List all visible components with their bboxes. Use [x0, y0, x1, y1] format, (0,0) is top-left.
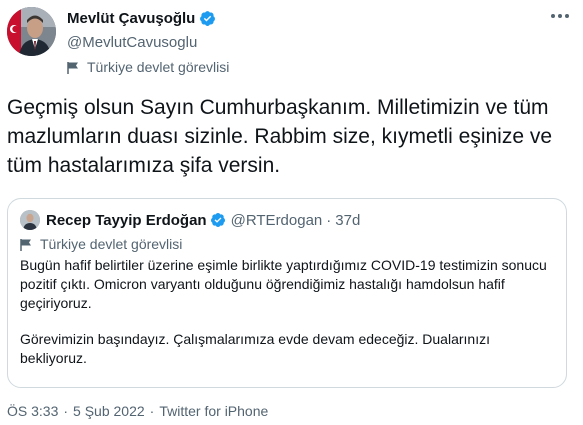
- quoted-time: 37d: [335, 211, 361, 229]
- more-options-icon[interactable]: [551, 14, 569, 18]
- quoted-verified-badge-icon: [210, 212, 226, 228]
- quoted-author-handle: @RTErdogan: [230, 211, 323, 229]
- meta-separator-1: ·: [63, 403, 69, 419]
- author-avatar[interactable]: [7, 7, 56, 56]
- quoted-text: Bugün hafif belirtiler üzerine eşimle bi…: [20, 256, 550, 385]
- quoted-avatar: [20, 210, 40, 230]
- tweet-timestamp[interactable]: ÖS 3:33: [7, 403, 58, 419]
- author-name-line: Mevlüt Çavuşoğlu: [67, 10, 216, 27]
- flag-icon: [67, 61, 79, 74]
- quoted-header: Recep Tayyip Erdoğan @RTErdogan · 37d: [20, 210, 360, 230]
- tweet-date[interactable]: 5 Şub 2022: [73, 403, 145, 419]
- author-handle[interactable]: @MevlutCavusoglu: [67, 34, 197, 51]
- author-label: Türkiye devlet görevlisi: [67, 59, 229, 75]
- quoted-author-label: Türkiye devlet görevlisi: [20, 236, 182, 252]
- quoted-flag-icon: [20, 238, 32, 251]
- quoted-author-name: Recep Tayyip Erdoğan: [46, 211, 207, 229]
- quoted-separator: ·: [326, 211, 332, 229]
- author-avatar-image: [7, 7, 56, 56]
- quoted-author-label-text: Türkiye devlet görevlisi: [40, 236, 183, 252]
- quoted-tweet[interactable]: Recep Tayyip Erdoğan @RTErdogan · 37d Tü…: [7, 198, 567, 388]
- tweet-source[interactable]: Twitter for iPhone: [159, 403, 268, 419]
- meta-separator-2: ·: [149, 403, 155, 419]
- verified-badge-icon: [199, 10, 216, 27]
- tweet-meta: ÖS 3:33 · 5 Şub 2022 · Twitter for iPhon…: [7, 403, 268, 419]
- quoted-paragraph-1: Bugün hafif belirtiler üzerine eşimle bi…: [20, 257, 547, 311]
- quoted-paragraph-2: Görevimizin başındayız. Çalışmalarımıza …: [20, 331, 490, 366]
- author-name[interactable]: Mevlüt Çavuşoğlu: [67, 10, 195, 27]
- tweet-text: Geçmiş olsun Sayın Cumhurbaşkanım. Mille…: [7, 96, 553, 177]
- author-label-text: Türkiye devlet görevlisi: [87, 59, 230, 75]
